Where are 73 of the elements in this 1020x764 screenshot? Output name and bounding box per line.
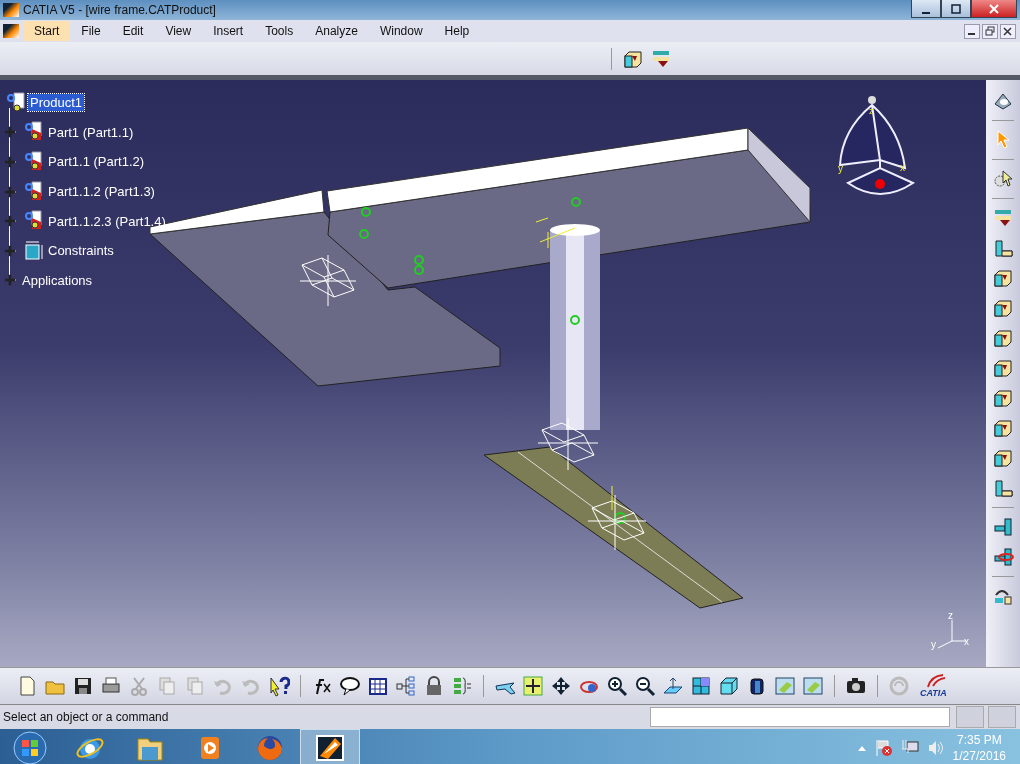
parameters-icon[interactable]	[451, 675, 473, 697]
flag-icon[interactable]	[874, 738, 893, 757]
pan-icon[interactable]	[550, 675, 572, 697]
table-icon[interactable]	[367, 675, 389, 697]
help-icon[interactable]	[268, 675, 290, 697]
menu-item[interactable]: Insert	[202, 21, 255, 41]
block-icon[interactable]	[992, 387, 1014, 409]
close-icon[interactable]	[1000, 23, 1016, 39]
app-icon[interactable]	[3, 24, 19, 38]
status-message: Select an object or a command	[2, 710, 170, 724]
axis-label: x	[964, 636, 969, 647]
angle-block-icon[interactable]	[992, 237, 1014, 259]
axis-label: y	[838, 163, 843, 174]
tree-item[interactable]: Part1.1 (Part1.2)	[46, 153, 147, 171]
tree-item[interactable]: Constraints	[46, 242, 116, 260]
menu-item[interactable]: File	[70, 21, 112, 41]
app-icon[interactable]	[315, 733, 345, 762]
menu-item[interactable]: Help	[433, 21, 481, 41]
tree-item[interactable]: Product1	[28, 94, 85, 112]
restore-icon[interactable]	[982, 23, 998, 39]
angle-block-icon[interactable]	[992, 477, 1014, 499]
block-icon[interactable]	[992, 297, 1014, 319]
speech-bubble-icon[interactable]	[339, 675, 361, 697]
block-icon[interactable]	[992, 357, 1014, 379]
window-title: CATIA V5 - [wire frame.CATProduct]	[23, 3, 217, 17]
expand-icon[interactable]	[4, 156, 16, 168]
pipe-ring-icon[interactable]	[992, 546, 1014, 568]
close-icon	[988, 3, 1000, 14]
menu-item[interactable]: Window	[368, 21, 434, 41]
tree-item[interactable]: Part1.1.2 (Part1.3)	[46, 183, 157, 201]
command-field[interactable]	[650, 707, 950, 727]
zoom-out-icon[interactable]	[634, 675, 656, 697]
menu-item[interactable]: Edit	[111, 21, 155, 41]
pipe-icon[interactable]	[992, 516, 1014, 538]
multi-view-icon[interactable]	[690, 675, 712, 697]
minimize-icon	[920, 11, 932, 14]
menu-item[interactable]: View	[154, 21, 203, 41]
expand-icon[interactable]	[4, 215, 16, 228]
tree-item[interactable]: Part1.1.2.3 (Part1.4)	[46, 212, 168, 230]
start-button[interactable]	[13, 730, 47, 764]
expand-icon[interactable]	[4, 244, 16, 257]
expand-icon[interactable]	[4, 185, 16, 198]
axis-label: z	[869, 106, 874, 116]
constraints-icon	[24, 239, 46, 262]
save-icon[interactable]	[72, 675, 94, 697]
tree-icon[interactable]	[395, 675, 417, 697]
axis-label: z	[948, 610, 953, 621]
menu-item[interactable]: Tools	[254, 21, 305, 41]
close-button[interactable]	[971, 0, 1017, 18]
block-icon[interactable]	[992, 417, 1014, 439]
cube-view-icon[interactable]	[718, 675, 740, 697]
expand-icon[interactable]	[4, 126, 16, 139]
tree-item[interactable]: Part1 (Part1.1)	[46, 123, 136, 141]
normal-view-icon[interactable]	[662, 675, 684, 697]
app-icon	[3, 3, 19, 17]
maximize-icon	[950, 3, 962, 14]
fit-all-icon[interactable]	[522, 675, 544, 697]
logo-text: CATIA	[920, 688, 947, 698]
maximize-button[interactable]	[941, 0, 971, 18]
logo-icon	[924, 674, 947, 688]
axis-label: x	[900, 162, 905, 173]
block-icon[interactable]	[992, 267, 1014, 289]
menu-item[interactable]: Start	[23, 21, 71, 41]
block-icon[interactable]	[992, 327, 1014, 349]
tree-item[interactable]: Applications	[20, 271, 95, 289]
minimize-button[interactable]	[911, 0, 941, 18]
block-icon[interactable]	[992, 447, 1014, 469]
product-icon	[4, 91, 28, 114]
gear-cursor-icon[interactable]	[992, 168, 1014, 190]
menu-item[interactable]: Analyze	[304, 21, 369, 41]
minimize-icon[interactable]	[964, 23, 980, 39]
zoom-in-icon[interactable]	[606, 675, 628, 697]
axis-label: y	[931, 639, 936, 650]
